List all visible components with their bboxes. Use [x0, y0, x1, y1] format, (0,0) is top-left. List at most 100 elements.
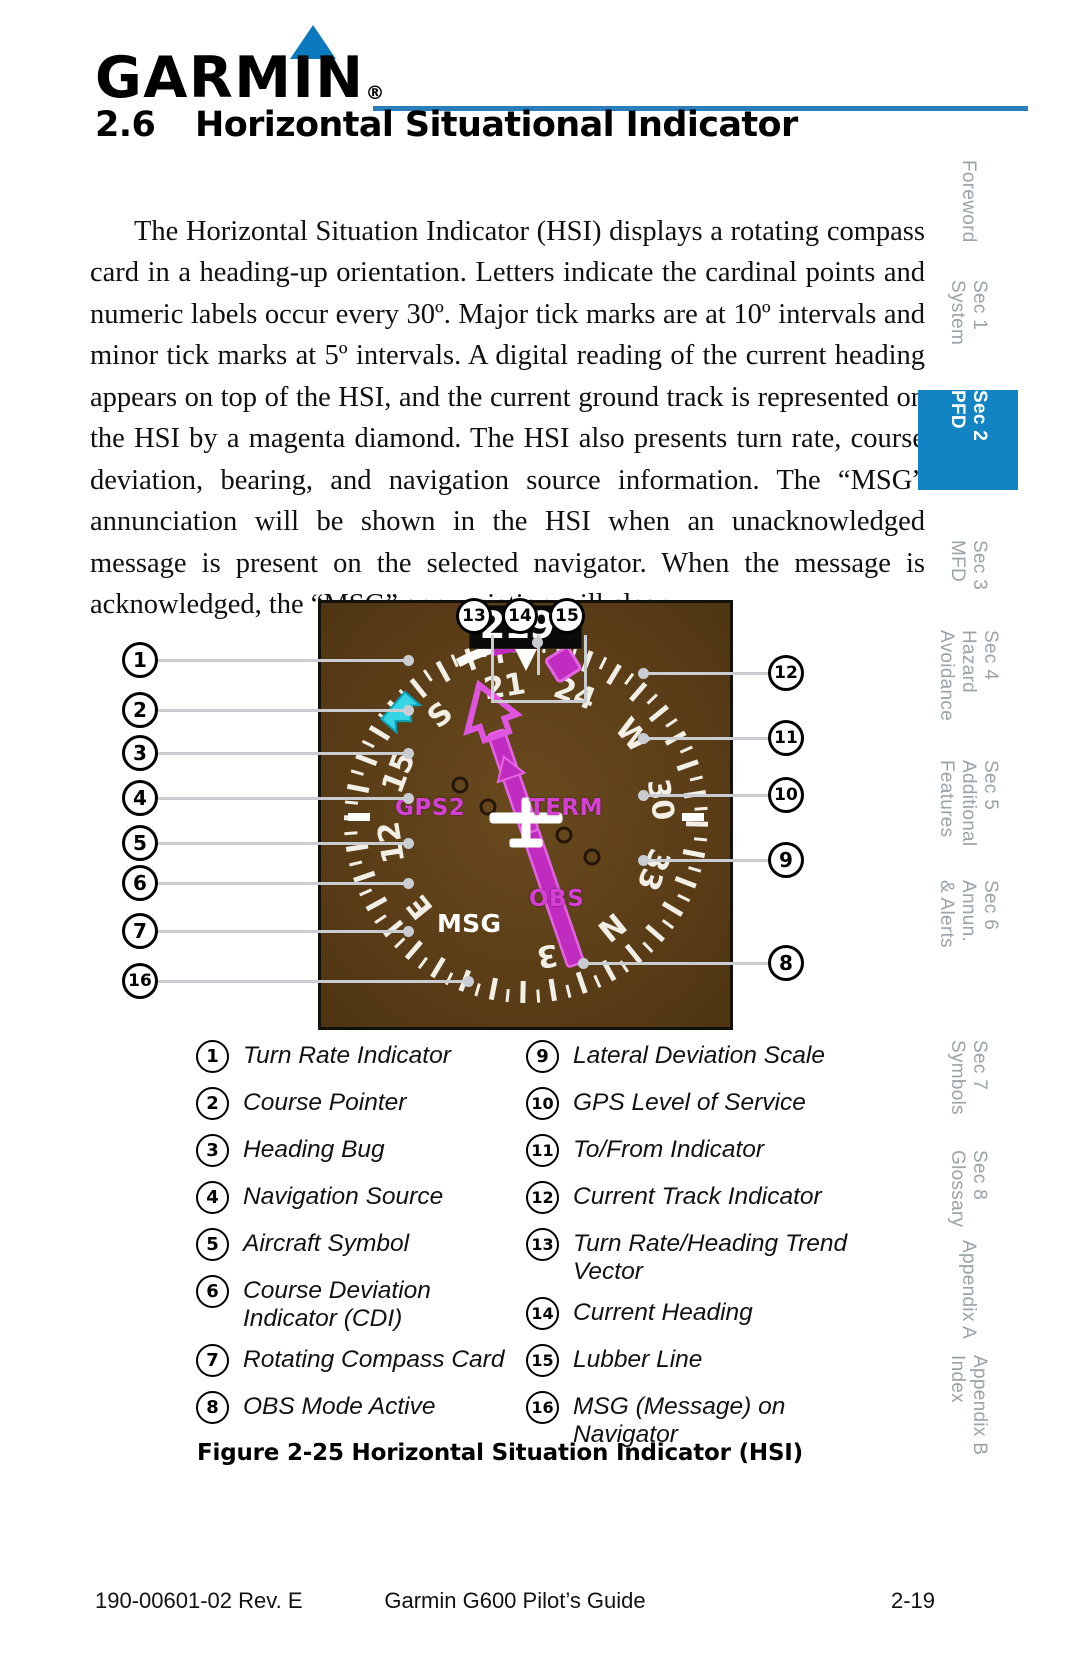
legend-label: Rotating Compass Card: [243, 1346, 505, 1373]
compass-tick: [488, 977, 498, 1001]
compass-tick: [373, 914, 387, 925]
sidebar-tab-line: Sec 6: [979, 880, 1001, 931]
sidebar-tab-line: Foreword: [957, 160, 979, 243]
sidebar-tab-line: MFD: [947, 540, 968, 583]
sidebar-tab-sec-3-mfd[interactable]: Sec 3 MFD: [918, 540, 1018, 640]
hsi-display: 21 S 15 12 E 3 N 33 30 W 24 GPS2 TERM OB…: [318, 600, 733, 1030]
compass-tick: [417, 956, 428, 970]
legend-item: 14 Current Heading: [526, 1297, 866, 1333]
sidebar-tab-line: Sec 8: [968, 1150, 990, 1201]
sidebar-tab-line: Sec 3: [968, 540, 990, 591]
compass-label: 33: [629, 844, 677, 896]
compass-tick: [605, 663, 622, 686]
callout-bubble-6: 6: [122, 865, 158, 901]
legend-item: 8 OBS Mode Active: [196, 1391, 526, 1427]
legend-label: Current Heading: [573, 1299, 753, 1326]
leader-line-15: [584, 635, 587, 703]
legend-label: Turn Rate Indicator: [243, 1042, 451, 1069]
compass-tick: [644, 924, 665, 943]
legend-label: OBS Mode Active: [243, 1393, 436, 1420]
leader-dot: [638, 733, 649, 744]
leader-line: [158, 930, 408, 933]
compass-svg: 21S1512E3N3330W24: [343, 638, 708, 1004]
page-title: 2.6 Horizontal Situational Indicator: [95, 105, 925, 145]
leader-dot: [403, 926, 414, 937]
leader-dot-14: [532, 637, 543, 648]
leader-line: [158, 882, 408, 885]
compass-tick: [664, 717, 678, 728]
msg-annunciation: MSG: [437, 909, 502, 938]
callout-bubble-12: 12: [768, 655, 804, 691]
compass-tick: [393, 937, 405, 949]
legend-item: 9 Lateral Deviation Scale: [526, 1040, 866, 1076]
leader-dot: [403, 878, 414, 889]
legend-label: Heading Bug: [243, 1136, 385, 1163]
legend-item: 12 Current Track Indicator: [526, 1181, 866, 1217]
callout-bubble-14: 14: [502, 598, 538, 634]
leader-dot: [403, 838, 414, 849]
leader-line: [643, 794, 768, 797]
legend-item: 13 Turn Rate/Heading Trend Vector: [526, 1228, 866, 1286]
compass-tick: [682, 849, 705, 859]
legend-item: 7 Rotating Compass Card: [196, 1344, 526, 1380]
legend-item: 3 Heading Bug: [196, 1134, 526, 1170]
sidebar-tab-sec-6-annun-alerts[interactable]: Sec 6 Annun. & Alerts: [918, 880, 1018, 1030]
leader-line: [158, 752, 408, 755]
sidebar-tab-line: Appendix A: [957, 1240, 979, 1340]
legend-label: Aircraft Symbol: [243, 1230, 410, 1257]
legend-number-4: 4: [196, 1181, 229, 1214]
sidebar-tab-sec-2-pfd[interactable]: Sec 2 PFD: [918, 390, 1018, 490]
legend-number-16: 16: [526, 1391, 559, 1424]
legend-column-left: 1 Turn Rate Indicator 2 Course Pointer 3 Head…: [196, 1040, 526, 1438]
legend-number-13: 13: [526, 1228, 559, 1261]
leader-dot: [463, 976, 474, 987]
turn-rate-indicator: [455, 644, 493, 667]
legend-label: Lateral Deviation Scale: [573, 1042, 825, 1069]
legend-number-7: 7: [196, 1344, 229, 1377]
leader-line: [643, 859, 768, 862]
legend-label: Lubber Line: [573, 1346, 703, 1373]
legend-number-2: 2: [196, 1087, 229, 1120]
legend-label: Current Track Indicator: [573, 1183, 822, 1210]
compass-tick: [564, 984, 571, 998]
compass-label: N: [590, 905, 632, 948]
garmin-logo: GARMIN®: [95, 50, 385, 107]
leader-dot: [403, 793, 414, 804]
footer-document-number: 190-00601-02 Rev. E: [95, 1588, 303, 1613]
leader-dot: [638, 668, 649, 679]
callout-bubble-5: 5: [122, 825, 158, 861]
compass-tick: [404, 940, 423, 961]
compass-tick: [641, 941, 653, 953]
compass-tick: [450, 654, 459, 668]
leader-dot: [578, 958, 589, 969]
callout-bubble-1: 1: [122, 642, 158, 678]
sidebar-tab-line: Symbols: [947, 1040, 968, 1115]
compass-tick: [350, 769, 364, 776]
lubber-line: [514, 649, 537, 671]
sidebar-tab-appendix-b-index[interactable]: Appendix B Index: [918, 1355, 1018, 1495]
compass-tick: [575, 971, 588, 994]
compass-tick: [675, 759, 699, 772]
page-header: GARMIN®: [95, 22, 1028, 111]
sidebar-tab-line: & Alerts: [936, 880, 958, 948]
compass-tick: [679, 745, 693, 754]
sidebar-tab-sec-1-system[interactable]: Sec 1 System: [918, 280, 1018, 400]
compass-tick: [435, 660, 451, 683]
sidebar-tab-line: Annun.: [957, 880, 979, 943]
heading-bug: [379, 690, 423, 735]
compass-tick: [352, 870, 376, 883]
callout-bubble-7: 7: [122, 913, 158, 949]
footer-page-number: 2-19: [890, 1588, 935, 1613]
compass-tick: [624, 943, 642, 964]
legend-label: Navigation Source: [243, 1183, 444, 1210]
section-tab-sidebar: Foreword Sec 1 System Sec 2 PFD Sec 3 MFD Sec 4…: [918, 0, 1018, 1669]
sidebar-tab-line: PFD: [947, 390, 968, 429]
legend-item: 1 Turn Rate Indicator: [196, 1040, 526, 1076]
sidebar-tab-line: Sec 2: [968, 390, 990, 442]
sidebar-tab-sec-7-symbols[interactable]: Sec 7 Symbols: [918, 1040, 1018, 1160]
sidebar-tab-line: Features: [936, 760, 958, 838]
compass-tick: [687, 866, 701, 873]
turn-rate-mark-left: [347, 813, 370, 821]
compass-tick: [535, 989, 540, 1003]
sidebar-tab-foreword[interactable]: Foreword: [918, 160, 1018, 290]
